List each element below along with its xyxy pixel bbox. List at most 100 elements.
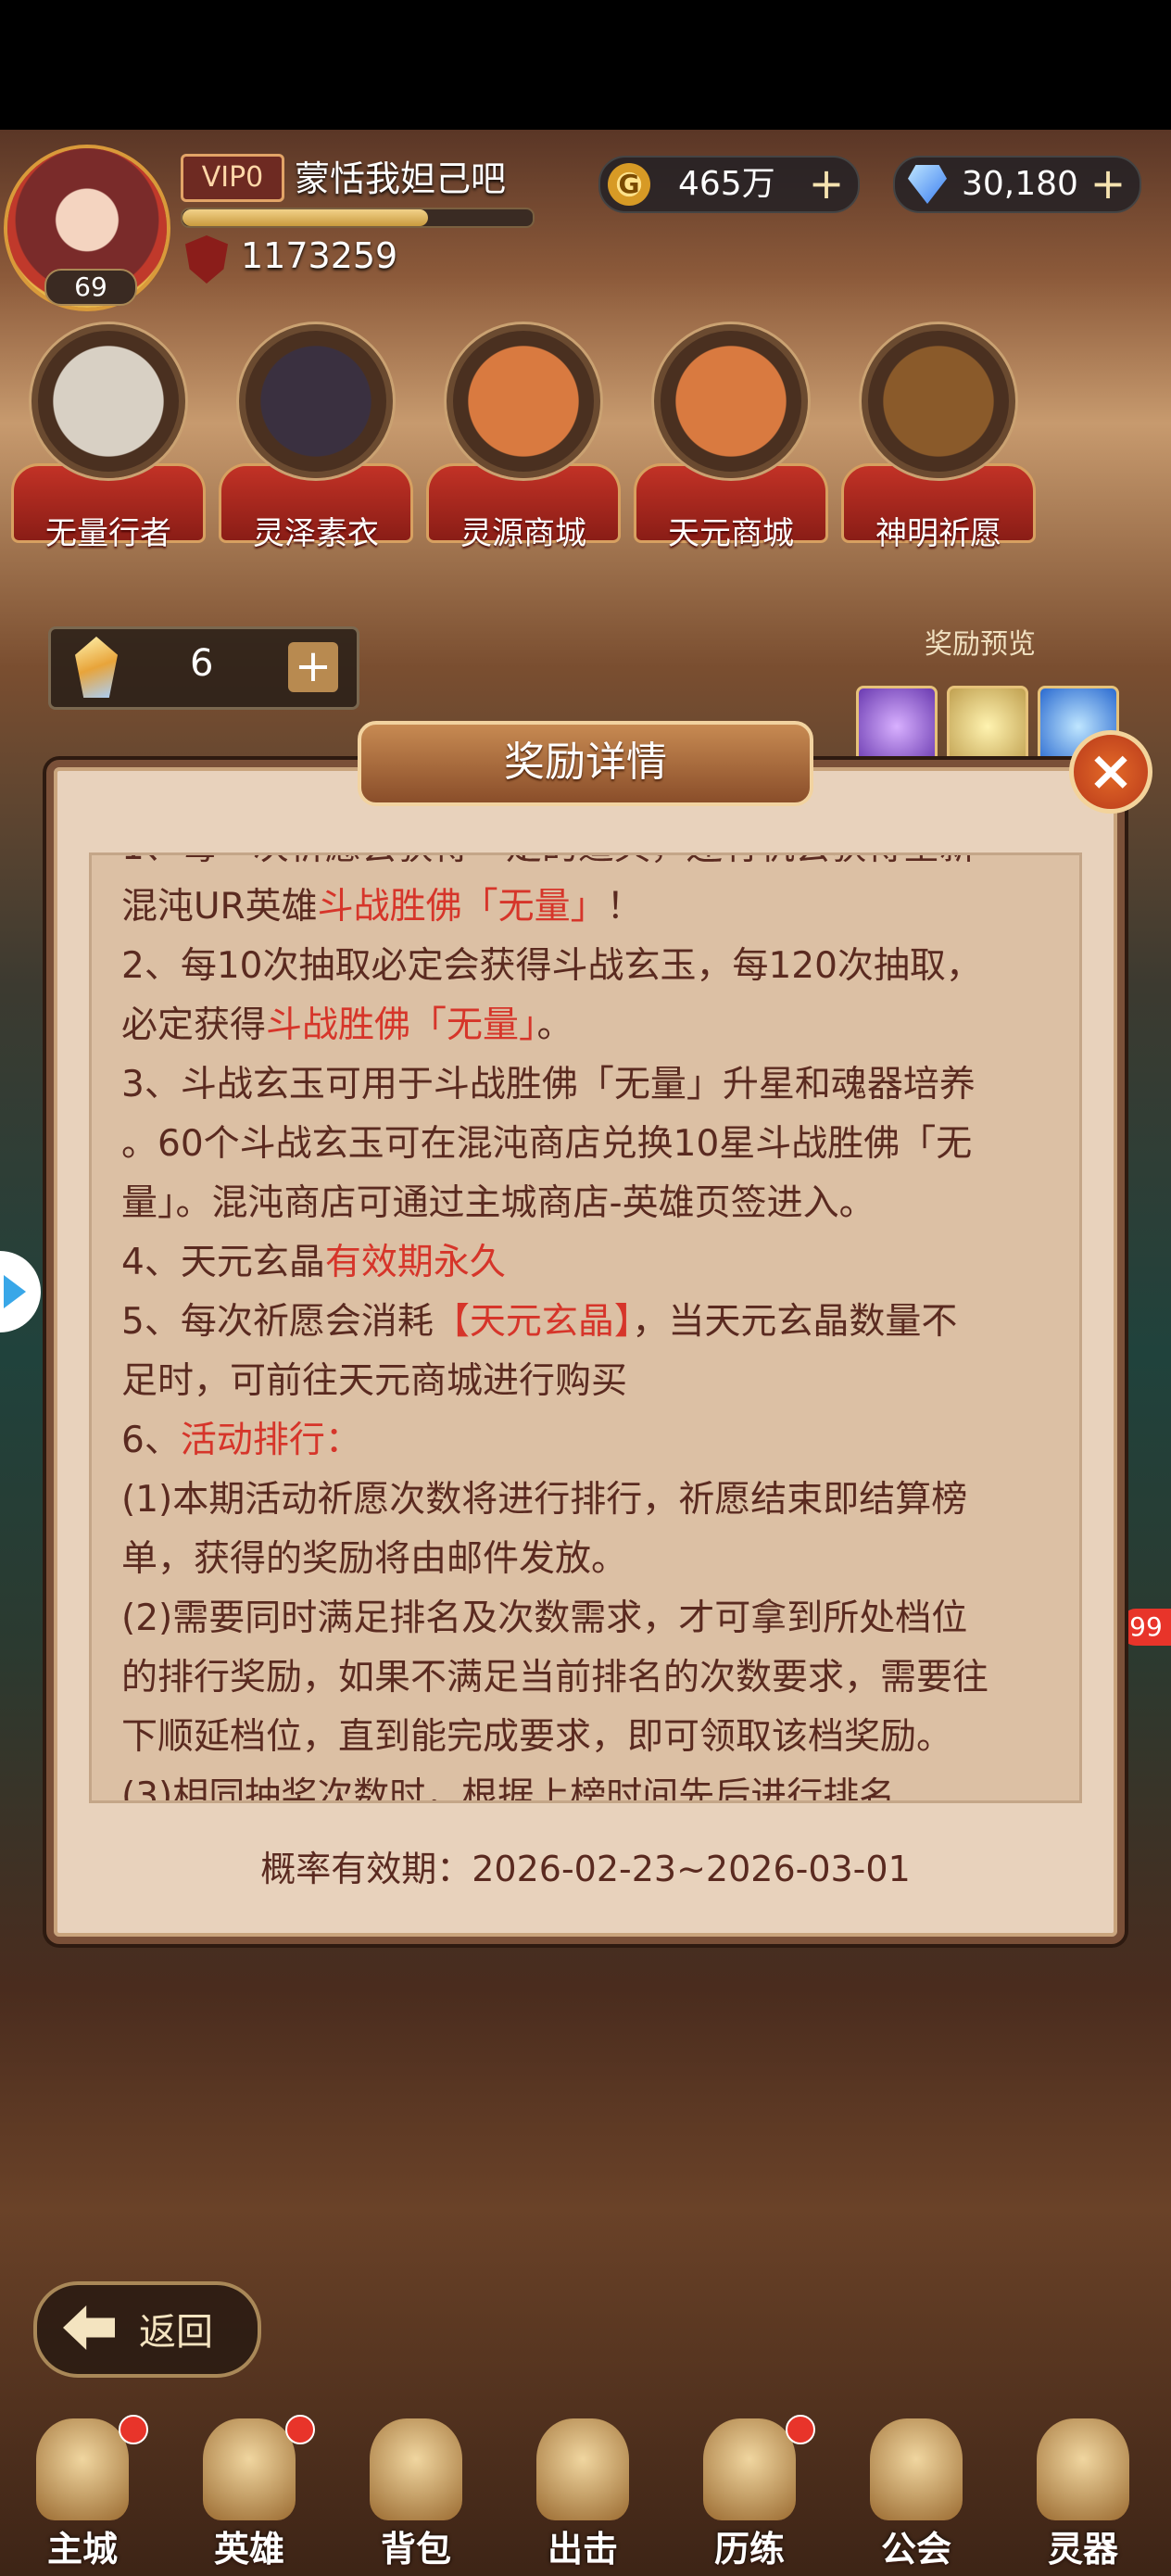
tab-label: 灵器 [1047, 2529, 1118, 2570]
rule-line: 2、每10次抽取必定会获得斗战玄玉，每120次抽取， [121, 937, 1057, 996]
diamond-counter: 30,180 + [893, 156, 1141, 213]
close-icon: × [1087, 739, 1135, 803]
star-card-icon [862, 324, 1015, 478]
vip-badge[interactable]: VIP0 [181, 154, 284, 202]
rule-line: 下顺延档位，直到能完成要求，即可领取该档奖励。 [121, 1708, 1057, 1767]
nav-item[interactable]: 神明祈愿 [841, 324, 1036, 556]
rule-text: ！ [606, 886, 643, 928]
nav-item-label: 神明祈愿 [875, 515, 1001, 552]
nav-item-label: 灵泽素衣 [253, 515, 379, 552]
nav-item[interactable]: 无量行者 [11, 324, 206, 556]
diamond-icon [908, 165, 947, 204]
rule-text: 混沌UR英雄 [121, 886, 318, 928]
wish-crystal-count: 6 [190, 642, 214, 685]
rule-line: 量」。混沌商店可通过主城商店-英雄页签进入。 [121, 1174, 1057, 1233]
rule-text: (3)相同抽奖次数时，根据上榜时间先后进行排名 [121, 1775, 896, 1803]
rule-text: 1、每一次祈愿会获得一定的道具，还有机会获得全新 [121, 855, 976, 868]
gold-value: 465万 [678, 165, 775, 203]
helmet-icon [203, 2418, 296, 2520]
highlight-text: 【天元玄晶】 [433, 1301, 633, 1343]
highlight-text: 有效期永久 [324, 1242, 506, 1283]
close-button[interactable]: × [1069, 730, 1152, 814]
rule-text: 4、天元玄晶 [121, 1242, 325, 1283]
tab-0[interactable]: 主城 [4, 2409, 161, 2576]
rule-line: 的排行奖励，如果不满足当前排名的次数要求，需要往 [121, 1648, 1057, 1708]
tab-6[interactable]: 灵器 [1004, 2409, 1162, 2576]
nav-item-label: 灵源商城 [460, 515, 586, 552]
tab-label: 历练 [713, 2529, 785, 2570]
player-name: 蒙恬我妲己吧 [295, 158, 507, 199]
reward-preview-label: 奖励预览 [925, 628, 1036, 661]
nav-item[interactable]: 灵泽素衣 [219, 324, 413, 556]
tab-5[interactable]: 公会 [837, 2409, 995, 2576]
combat-power-value: 1173259 [241, 235, 398, 276]
rule-text: 必定获得 [121, 1004, 267, 1046]
rule-text: 单，获得的奖励将由邮件发放。 [121, 1538, 628, 1580]
add-crystal-button[interactable]: + [288, 642, 338, 692]
bag-icon [370, 2418, 462, 2520]
side-count-badge: 99 [1121, 1609, 1171, 1646]
tab-3[interactable]: 出击 [504, 2409, 661, 2576]
rule-text: (1)本期活动祈愿次数将进行排行，祈愿结束即结算榜 [121, 1479, 968, 1521]
rule-text: 。60个斗战玄玉可在混沌商店兑换10星斗战胜佛「无 [121, 1123, 973, 1165]
tab-1[interactable]: 英雄 [170, 2409, 328, 2576]
nav-item-label: 无量行者 [45, 515, 171, 552]
treasure-chest-icon [654, 324, 808, 478]
rule-text: 量」。混沌商店可通过主城商店-英雄页签进入。 [121, 1182, 875, 1224]
rule-text: 5、每次祈愿会消耗 [121, 1301, 434, 1343]
arrow-right-icon [4, 1275, 26, 1308]
tab-label: 主城 [46, 2529, 118, 2570]
exp-bar-fill [183, 209, 428, 226]
rule-line: 3、斗战玄玉可用于斗战胜佛「无量」升星和魂器培养 [121, 1055, 1057, 1115]
reward-preview-item[interactable] [947, 686, 1028, 767]
crystal-icon [75, 637, 118, 698]
rule-line: 足时，可前往天元商城进行购买 [121, 1352, 1057, 1411]
nav-item-label: 天元商城 [668, 515, 794, 552]
back-button[interactable]: 返回 [33, 2281, 261, 2378]
nav-item[interactable]: 灵源商城 [426, 324, 621, 556]
rule-line: (2)需要同时满足排名及次数需求，才可拿到所处档位 [121, 1589, 1057, 1648]
back-label: 返回 [139, 2311, 213, 2354]
tab-label: 英雄 [213, 2529, 284, 2570]
dialog-title: 奖励详情 [504, 739, 667, 786]
castle-icon [36, 2418, 129, 2520]
rule-text: (2)需要同时满足排名及次数需求，才可拿到所处档位 [121, 1597, 968, 1639]
wish-crystal-counter: 6 + [48, 626, 359, 710]
notification-dot [285, 2415, 315, 2444]
arrow-left-icon [63, 2305, 115, 2350]
tab-label: 背包 [380, 2529, 451, 2570]
highlight-text: 斗战胜佛「无量」 [266, 1004, 537, 1046]
tab-4[interactable]: 历练 [671, 2409, 828, 2576]
rule-line: 混沌UR英雄斗战胜佛「无量」！ [121, 878, 1057, 937]
sword-icon [536, 2418, 629, 2520]
add-diamond-button[interactable]: + [1086, 161, 1130, 206]
reward-preview-item[interactable] [856, 686, 938, 767]
tab-label: 出击 [547, 2529, 618, 2570]
monk-portrait-icon [31, 324, 185, 478]
highlight-text: 斗战胜佛「无量」 [317, 886, 607, 928]
rule-text: 6、 [121, 1420, 181, 1461]
rule-line: 1、每一次祈愿会获得一定的道具，还有机会获得全新 [121, 855, 1057, 878]
rule-line: 4、天元玄晶有效期永久 [121, 1233, 1057, 1293]
rules-text: 1、每一次祈愿会获得一定的道具，还有机会获得全新混沌UR英雄斗战胜佛「无量」！2… [121, 855, 1057, 1803]
guild-shield-icon [870, 2418, 963, 2520]
tab-label: 公会 [880, 2529, 951, 2570]
exp-bar [181, 208, 535, 228]
lady-portrait-icon [239, 324, 393, 478]
rule-text: 。 [536, 1004, 573, 1046]
add-gold-button[interactable]: + [804, 161, 849, 206]
rule-line: 5、每次祈愿会消耗【天元玄晶】，当天元玄晶数量不 [121, 1293, 1057, 1352]
rules-scroll-area[interactable]: 1、每一次祈愿会获得一定的道具，还有机会获得全新混沌UR英雄斗战胜佛「无量」！2… [89, 852, 1082, 1803]
gold-counter: G 465万 + [598, 156, 860, 213]
player-level: 69 [44, 269, 137, 306]
notification-dot [786, 2415, 815, 2444]
treasure-chest-icon [447, 324, 600, 478]
probability-validity: 概率有效期：2026-02-23~2026-03-01 [260, 1849, 911, 1889]
rule-line: 6、活动排行： [121, 1411, 1057, 1471]
rule-text: 3、斗战玄玉可用于斗战胜佛「无量」升星和魂器培养 [121, 1064, 976, 1105]
portal-icon [703, 2418, 796, 2520]
diamond-value: 30,180 [962, 165, 1078, 203]
nav-item[interactable]: 天元商城 [634, 324, 828, 556]
tab-2[interactable]: 背包 [337, 2409, 495, 2576]
rule-text: 的排行奖励，如果不满足当前排名的次数要求，需要往 [121, 1657, 989, 1698]
